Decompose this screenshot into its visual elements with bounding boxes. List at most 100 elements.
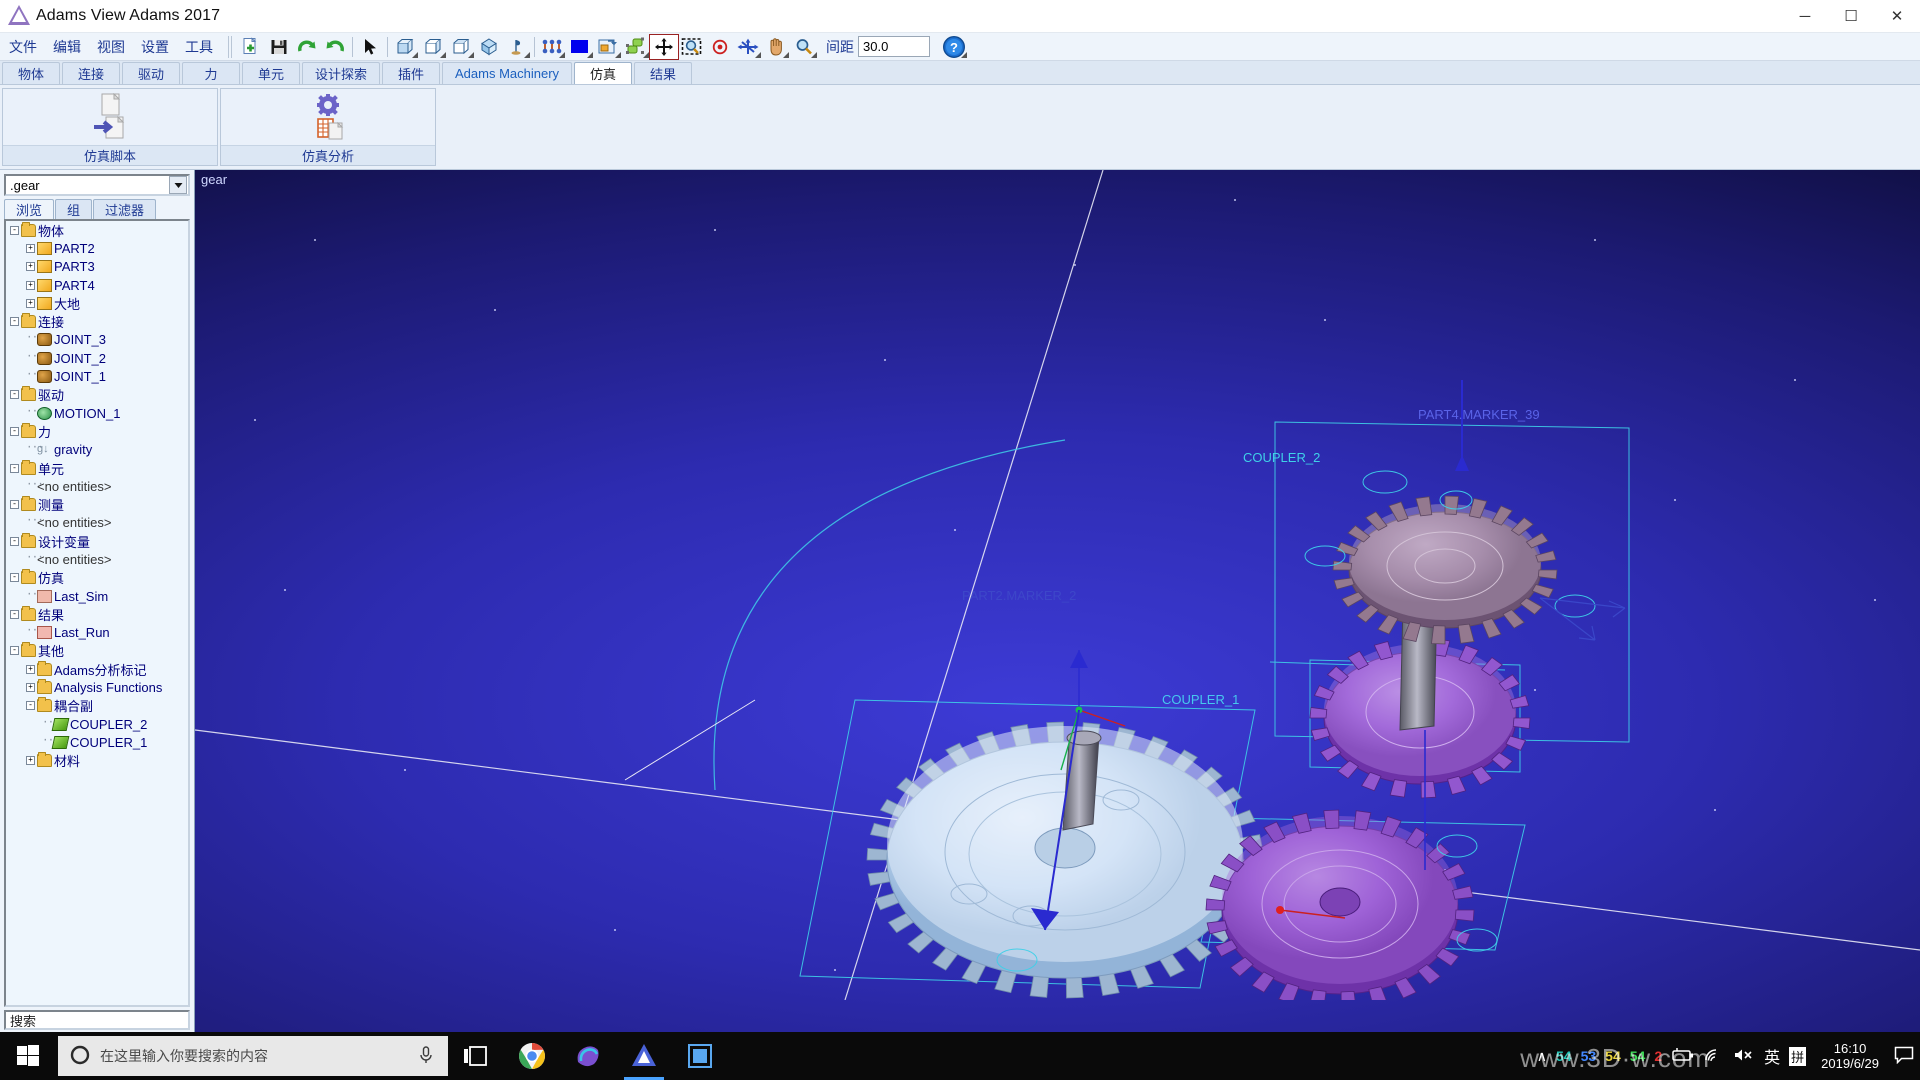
tree-toggle[interactable]: + — [26, 756, 35, 766]
tree-toggle[interactable]: + — [26, 280, 35, 290]
tree-toggle[interactable]: - — [10, 573, 19, 583]
tree-tab-groups[interactable]: 组 — [55, 199, 93, 219]
taskbar-search-box[interactable]: 在这里输入你要搜索的内容 — [58, 1036, 448, 1076]
select-arrow-icon[interactable] — [356, 35, 384, 59]
render-mode-icon[interactable] — [503, 35, 531, 59]
tab-bodies[interactable]: 物体 — [2, 62, 60, 84]
tray-number-2[interactable]: 53 — [1581, 1048, 1597, 1064]
help-button[interactable]: ? — [940, 35, 968, 59]
tray-number-5[interactable]: 2 — [1654, 1048, 1662, 1064]
iso-view-icon[interactable] — [475, 35, 503, 59]
tree-item[interactable]: + PART2 — [6, 239, 188, 257]
tree-toggle[interactable]: - — [10, 500, 19, 510]
tree-item[interactable]: ··· JOINT_2 — [6, 349, 188, 367]
maximize-button[interactable]: ☐ — [1828, 0, 1874, 33]
top-view-icon[interactable] — [447, 35, 475, 59]
tree-item[interactable]: - 结果 — [6, 605, 188, 623]
windows-start-icon[interactable] — [0, 1032, 56, 1080]
tree-item[interactable]: - 单元 — [6, 459, 188, 477]
menu-tools[interactable]: 工具 — [178, 35, 220, 59]
tab-plugins[interactable]: 插件 — [382, 62, 441, 84]
script-document-icon[interactable] — [80, 93, 140, 141]
adams-view-icon[interactable] — [616, 1032, 672, 1080]
panel-simulation-script[interactable]: 仿真脚本 — [2, 88, 218, 166]
zoom-box-icon[interactable] — [678, 35, 706, 59]
undo-icon[interactable] — [321, 35, 349, 59]
battery-icon[interactable] — [1671, 1047, 1695, 1066]
tab-elements[interactable]: 单元 — [242, 62, 300, 84]
tree-item[interactable]: ··· <no entities> — [6, 550, 188, 568]
tree-toggle[interactable]: + — [26, 298, 35, 308]
tree-item[interactable]: -力 — [6, 422, 188, 440]
tree-toggle[interactable]: - — [10, 426, 19, 436]
close-button[interactable]: ✕ — [1874, 0, 1920, 33]
tree-tab-browse[interactable]: 浏览 — [4, 199, 55, 219]
ime-language-label[interactable]: 英 — [1764, 1044, 1780, 1068]
tree-item[interactable]: ··· <no entities> — [6, 514, 188, 532]
tree-item[interactable]: + PART3 — [6, 258, 188, 276]
tab-connectors[interactable]: 连接 — [62, 62, 120, 84]
menu-settings[interactable]: 设置 — [134, 35, 176, 59]
menu-view[interactable]: 视图 — [90, 35, 132, 59]
background-color-icon[interactable] — [566, 35, 594, 59]
tree-item[interactable]: - 测量 — [6, 495, 188, 513]
search-input[interactable]: 搜索 — [4, 1010, 190, 1030]
tree-item[interactable]: + 材料 — [6, 752, 188, 770]
pan-view-icon[interactable] — [762, 35, 790, 59]
tree-toggle[interactable]: - — [10, 390, 19, 400]
tree-toggle[interactable]: - — [10, 646, 19, 656]
zoom-icon[interactable] — [790, 35, 818, 59]
tree-item[interactable]: ··· Last_Run — [6, 624, 188, 642]
tab-simulation[interactable]: 仿真 — [574, 62, 633, 84]
chevron-down-icon[interactable] — [169, 176, 187, 194]
model-tree[interactable]: - 物体 + PART2 + PART3 + PART4 + 大地 - 连接 ··· JOINT_3 ···… — [4, 219, 190, 1007]
tree-item[interactable]: ··· COUPLER_1 — [6, 733, 188, 751]
group-icon[interactable] — [622, 35, 650, 59]
tree-tab-filters[interactable]: 过滤器 — [93, 199, 157, 219]
depth-icon[interactable] — [594, 35, 622, 59]
tree-item[interactable]: - 驱动 — [6, 386, 188, 404]
model-selector-combo[interactable]: .gear — [4, 174, 190, 196]
tree-toggle[interactable]: - — [10, 317, 19, 327]
menu-edit[interactable]: 编辑 — [46, 35, 88, 59]
tree-toggle[interactable]: + — [26, 683, 35, 693]
tab-design-exploration[interactable]: 设计探索 — [302, 62, 381, 84]
ime-pinyin-label[interactable]: 拼 — [1789, 1046, 1807, 1066]
tree-item[interactable]: ··· g↓ gravity — [6, 441, 188, 459]
tab-adams-machinery[interactable]: Adams Machinery — [442, 62, 573, 84]
tree-toggle[interactable]: - — [10, 609, 19, 619]
notification-icon[interactable] — [1894, 1046, 1914, 1067]
tray-chevron-icon[interactable]: ∧ — [1537, 1048, 1547, 1065]
rotate-view-icon[interactable] — [734, 35, 762, 59]
microphone-icon[interactable] — [418, 1045, 434, 1067]
tree-item[interactable]: - 物体 — [6, 221, 188, 239]
tab-results[interactable]: 结果 — [634, 62, 693, 84]
save-icon[interactable] — [265, 35, 293, 59]
tree-item[interactable]: - 仿真 — [6, 569, 188, 587]
volume-muted-icon[interactable] — [1733, 1047, 1755, 1066]
tree-item[interactable]: ··· JOINT_3 — [6, 331, 188, 349]
tree-item[interactable]: ··· COUPLER_2 — [6, 715, 188, 733]
new-file-icon[interactable] — [237, 35, 265, 59]
tree-item[interactable]: ··· <no entities> — [6, 477, 188, 495]
tree-toggle[interactable]: - — [10, 536, 19, 546]
task-view-icon[interactable] — [448, 1032, 504, 1080]
tree-toggle[interactable]: - — [10, 225, 19, 235]
tree-item[interactable]: ··· JOINT_1 — [6, 367, 188, 385]
tab-forces[interactable]: 力 — [182, 62, 240, 84]
spacing-input[interactable] — [858, 36, 930, 57]
panel-simulation-analysis[interactable]: 仿真分析 — [220, 88, 436, 166]
front-view-icon[interactable] — [391, 35, 419, 59]
tree-item[interactable]: - 连接 — [6, 312, 188, 330]
tree-item[interactable]: - 其他 — [6, 642, 188, 660]
tree-toggle[interactable]: + — [26, 664, 35, 674]
firefox-like-icon[interactable] — [560, 1032, 616, 1080]
window-app-icon[interactable] — [672, 1032, 728, 1080]
menu-file[interactable]: 文件 — [2, 35, 44, 59]
gear-analysis-icon[interactable] — [298, 93, 358, 141]
tray-number-4[interactable]: 54 — [1630, 1048, 1646, 1064]
tree-item[interactable]: - 耦合副 — [6, 697, 188, 715]
taskbar-clock[interactable]: 16:10 2019/6/29 — [1815, 1041, 1885, 1071]
tree-toggle[interactable]: - — [26, 701, 35, 711]
fit-view-icon[interactable] — [649, 33, 679, 60]
